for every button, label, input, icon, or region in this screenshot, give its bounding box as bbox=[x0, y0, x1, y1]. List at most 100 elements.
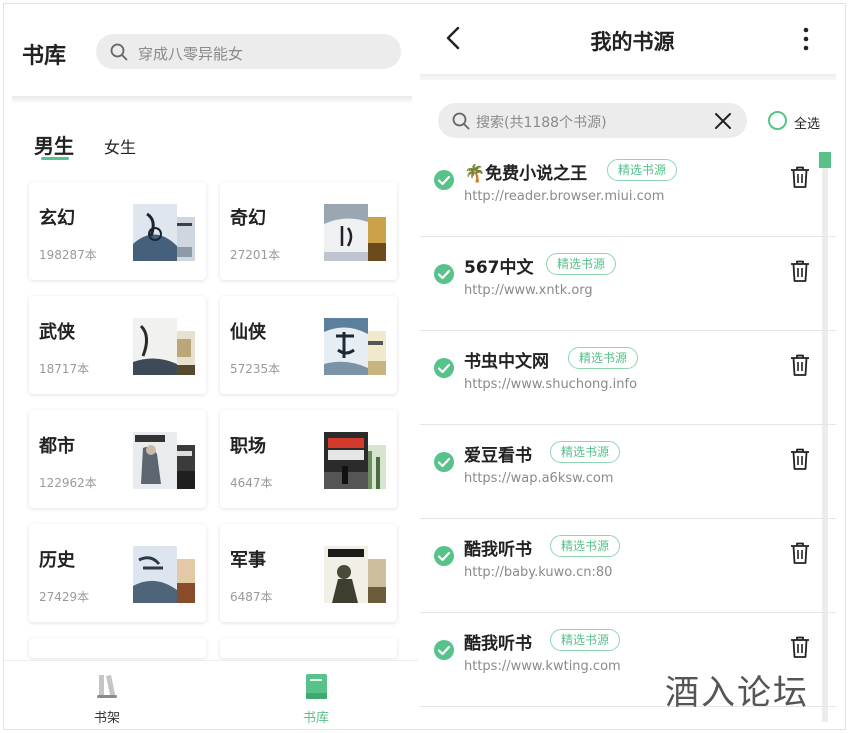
source-row[interactable]: 爱豆看书 精选书源 https://wap.a6ksw.com bbox=[420, 426, 836, 519]
category-count: 6487本 bbox=[230, 590, 273, 604]
sources-header: 我的书源 bbox=[420, 4, 845, 74]
category-card[interactable] bbox=[220, 638, 397, 658]
trash-icon[interactable] bbox=[789, 635, 811, 659]
book-cover-thumbnails bbox=[324, 432, 388, 490]
book-cover-thumbnails bbox=[324, 204, 388, 262]
featured-badge: 精选书源 bbox=[550, 629, 621, 651]
check-circle-icon[interactable] bbox=[434, 640, 454, 660]
source-row[interactable]: 🌴免费小说之王 精选书源 http://reader.browser.miui.… bbox=[420, 144, 836, 237]
more-vertical-icon bbox=[803, 27, 809, 51]
bottom-navigation: 书架 书库 bbox=[4, 660, 418, 729]
category-card[interactable]: 都市 122962本 bbox=[29, 410, 206, 508]
source-url: https://wap.a6ksw.com bbox=[464, 471, 614, 486]
tab-female[interactable]: 女生 bbox=[104, 134, 136, 158]
trash-icon[interactable] bbox=[789, 353, 811, 377]
trash-icon[interactable] bbox=[789, 447, 811, 471]
featured-badge: 精选书源 bbox=[568, 347, 639, 369]
category-card[interactable]: 仙侠 57235本 bbox=[220, 296, 397, 394]
check-circle-icon[interactable] bbox=[434, 452, 454, 472]
category-name: 仙侠 bbox=[230, 322, 266, 343]
category-card[interactable]: 玄幻 198287本 bbox=[29, 182, 206, 280]
trash-icon[interactable] bbox=[789, 259, 811, 283]
search-placeholder: 搜索(共1188个书源) bbox=[476, 115, 607, 131]
trash-icon[interactable] bbox=[789, 541, 811, 565]
category-count: 27429本 bbox=[39, 590, 90, 604]
featured-badge: 精选书源 bbox=[550, 441, 621, 463]
source-row[interactable]: 酷我听书 精选书源 http://baby.kuwo.cn:80 bbox=[420, 520, 836, 613]
category-card[interactable]: 武侠 18717本 bbox=[29, 296, 206, 394]
library-book-icon bbox=[301, 674, 331, 705]
category-name: 军事 bbox=[230, 550, 266, 571]
category-count: 4647本 bbox=[230, 476, 273, 490]
featured-badge: 精选书源 bbox=[546, 253, 617, 275]
library-screen: 书库 穿成八零异能女 男生 女生 玄幻 198287本 奇幻 27201本 武侠… bbox=[4, 4, 418, 729]
book-cover-thumbnails bbox=[133, 318, 197, 376]
category-name: 武侠 bbox=[39, 322, 75, 343]
page-title: 书库 bbox=[22, 44, 67, 69]
featured-badge: 精选书源 bbox=[607, 159, 678, 181]
more-menu-button[interactable] bbox=[798, 24, 814, 54]
check-circle-icon[interactable] bbox=[434, 170, 454, 190]
search-icon bbox=[110, 43, 128, 65]
category-card[interactable] bbox=[29, 638, 206, 658]
source-url: http://reader.browser.miui.com bbox=[464, 189, 665, 204]
category-name: 都市 bbox=[39, 436, 75, 457]
featured-badge: 精选书源 bbox=[550, 535, 621, 557]
source-name: 酷我听书 bbox=[464, 540, 532, 560]
source-url: https://www.shuchong.info bbox=[464, 377, 638, 392]
header-divider bbox=[12, 96, 412, 102]
active-tab-indicator bbox=[41, 157, 69, 160]
category-count: 18717本 bbox=[39, 362, 90, 376]
category-card[interactable]: 军事 6487本 bbox=[220, 524, 397, 622]
source-url: http://baby.kuwo.cn:80 bbox=[464, 565, 613, 580]
category-name: 历史 bbox=[39, 550, 75, 571]
book-cover-thumbnails bbox=[324, 318, 388, 376]
radio-icon bbox=[768, 111, 787, 130]
nav-bookshelf[interactable]: 书架 bbox=[77, 671, 137, 726]
category-count: 57235本 bbox=[230, 362, 281, 376]
source-name: 567中文 bbox=[464, 258, 534, 278]
tab-male[interactable]: 男生 bbox=[34, 130, 74, 159]
clear-icon[interactable] bbox=[714, 112, 732, 130]
trash-icon[interactable] bbox=[789, 165, 811, 189]
search-placeholder: 穿成八零异能女 bbox=[138, 45, 244, 63]
book-cover-thumbnails bbox=[133, 432, 197, 490]
library-header: 书库 穿成八零异能女 bbox=[4, 4, 418, 100]
check-circle-icon[interactable] bbox=[434, 264, 454, 284]
category-count: 27201本 bbox=[230, 248, 281, 262]
book-cover-thumbnails bbox=[133, 204, 197, 262]
category-name: 奇幻 bbox=[230, 208, 266, 229]
gender-tabs: 男生 女生 bbox=[4, 124, 418, 164]
source-search-input[interactable]: 搜索(共1188个书源) bbox=[438, 103, 747, 138]
category-card[interactable]: 奇幻 27201本 bbox=[220, 182, 397, 280]
category-count: 122962本 bbox=[39, 476, 97, 490]
source-name: 🌴免费小说之王 bbox=[464, 164, 588, 184]
source-row[interactable]: 567中文 精选书源 http://www.xntk.org bbox=[420, 238, 836, 331]
source-url: http://www.xntk.org bbox=[464, 283, 593, 298]
select-all-label: 全选 bbox=[794, 117, 821, 132]
source-name: 爱豆看书 bbox=[464, 446, 532, 466]
my-sources-screen: 我的书源 搜索(共1188个书源) 全选 🌴免费小说之王 精选书源 http:/… bbox=[420, 4, 845, 729]
category-card[interactable]: 历史 27429本 bbox=[29, 524, 206, 622]
nav-label: 书库 bbox=[302, 711, 329, 726]
header-divider bbox=[420, 74, 836, 80]
book-cover-thumbnails bbox=[133, 546, 197, 604]
source-name: 酷我听书 bbox=[464, 634, 532, 654]
nav-library[interactable]: 书库 bbox=[286, 671, 346, 726]
source-name: 书虫中文网 bbox=[464, 352, 549, 372]
source-url: https://www.kwting.com bbox=[464, 659, 621, 674]
check-circle-icon[interactable] bbox=[434, 358, 454, 378]
category-name: 职场 bbox=[230, 436, 266, 457]
category-count: 198287本 bbox=[39, 248, 97, 262]
book-cover-thumbnails bbox=[324, 546, 388, 604]
library-search-input[interactable]: 穿成八零异能女 bbox=[96, 34, 401, 69]
watermark: 酒入论坛 bbox=[665, 673, 809, 713]
search-icon bbox=[452, 112, 470, 134]
bookshelf-icon bbox=[92, 675, 122, 705]
page-title: 我的书源 bbox=[590, 30, 675, 54]
source-row[interactable]: 书虫中文网 精选书源 https://www.shuchong.info bbox=[420, 332, 836, 425]
category-name: 玄幻 bbox=[39, 208, 75, 229]
category-card[interactable]: 职场 4647本 bbox=[220, 410, 397, 508]
nav-label: 书架 bbox=[93, 711, 120, 726]
check-circle-icon[interactable] bbox=[434, 546, 454, 566]
